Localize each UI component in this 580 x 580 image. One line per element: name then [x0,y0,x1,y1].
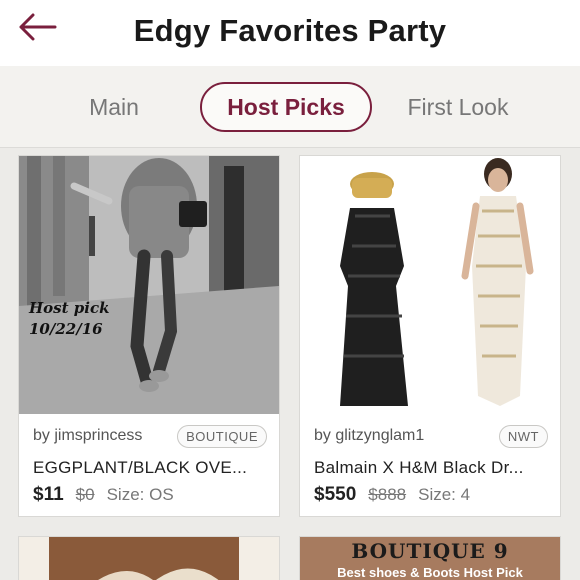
tab-host-picks[interactable]: Host Picks [200,82,372,132]
listing-photo[interactable]: Host pick 10/22/16 [19,156,279,414]
original-price: $0 [75,485,95,504]
street-style-photo [19,156,279,414]
listing-photo[interactable] [300,156,560,414]
item-title[interactable]: Balmain X H&M Black Dr... [314,458,550,478]
original-price: $888 [368,485,407,504]
item-size: Size: 4 [418,485,471,504]
nwt-badge: NWT [498,424,548,448]
seller-name[interactable]: by glitzynglam1 [314,427,424,445]
banner-subtitle: Best shoes & Boots Host Pick [337,565,523,580]
price-row: $550 $888 Size: 4 [314,484,550,508]
dress-photo [300,156,560,414]
listing-grid: Host pick 10/22/16 by jimsprincess BOUTI… [0,148,580,580]
tab-main[interactable]: Main [66,82,162,132]
item-size: Size: OS [106,485,174,504]
tab-bar: Main Host Picks First Look [0,66,580,148]
price-row: $11 $0 Size: OS [33,484,269,508]
photo-caption-line: Host pick [29,299,110,317]
listing-card[interactable]: Host pick 10/22/16 by jimsprincess BOUTI… [18,155,280,517]
seller-row: by glitzynglam1 NWT [314,424,548,448]
price: $11 [33,484,64,505]
seller-row: by jimsprincess BOUTIQUE [33,424,267,448]
back-arrow-icon [19,13,57,41]
item-title[interactable]: EGGPLANT/BLACK OVE... [33,458,269,478]
boutique-badge: BOUTIQUE [177,424,267,448]
lace-top-photo [19,537,279,580]
seller-name[interactable]: by jimsprincess [33,427,142,445]
photo-caption: Host pick 10/22/16 [29,298,149,340]
price: $550 [314,484,357,505]
tab-first-look[interactable]: First Look [390,82,526,132]
back-button[interactable] [16,12,58,42]
photo-caption-date: 10/22/16 [29,320,103,338]
top-bar: Edgy Favorites Party [0,0,580,66]
banner-title: BOUTIQUE 9 [351,539,509,563]
page-title: Edgy Favorites Party [133,13,447,48]
listing-photo[interactable] [19,537,279,580]
listing-card[interactable]: BOUTIQUE 9 Best shoes & Boots Host Pick [299,536,561,580]
listing-card[interactable]: by glitzynglam1 NWT Balmain X H&M Black … [299,155,561,517]
listing-photo[interactable]: BOUTIQUE 9 Best shoes & Boots Host Pick [300,537,560,580]
listing-card[interactable] [18,536,280,580]
